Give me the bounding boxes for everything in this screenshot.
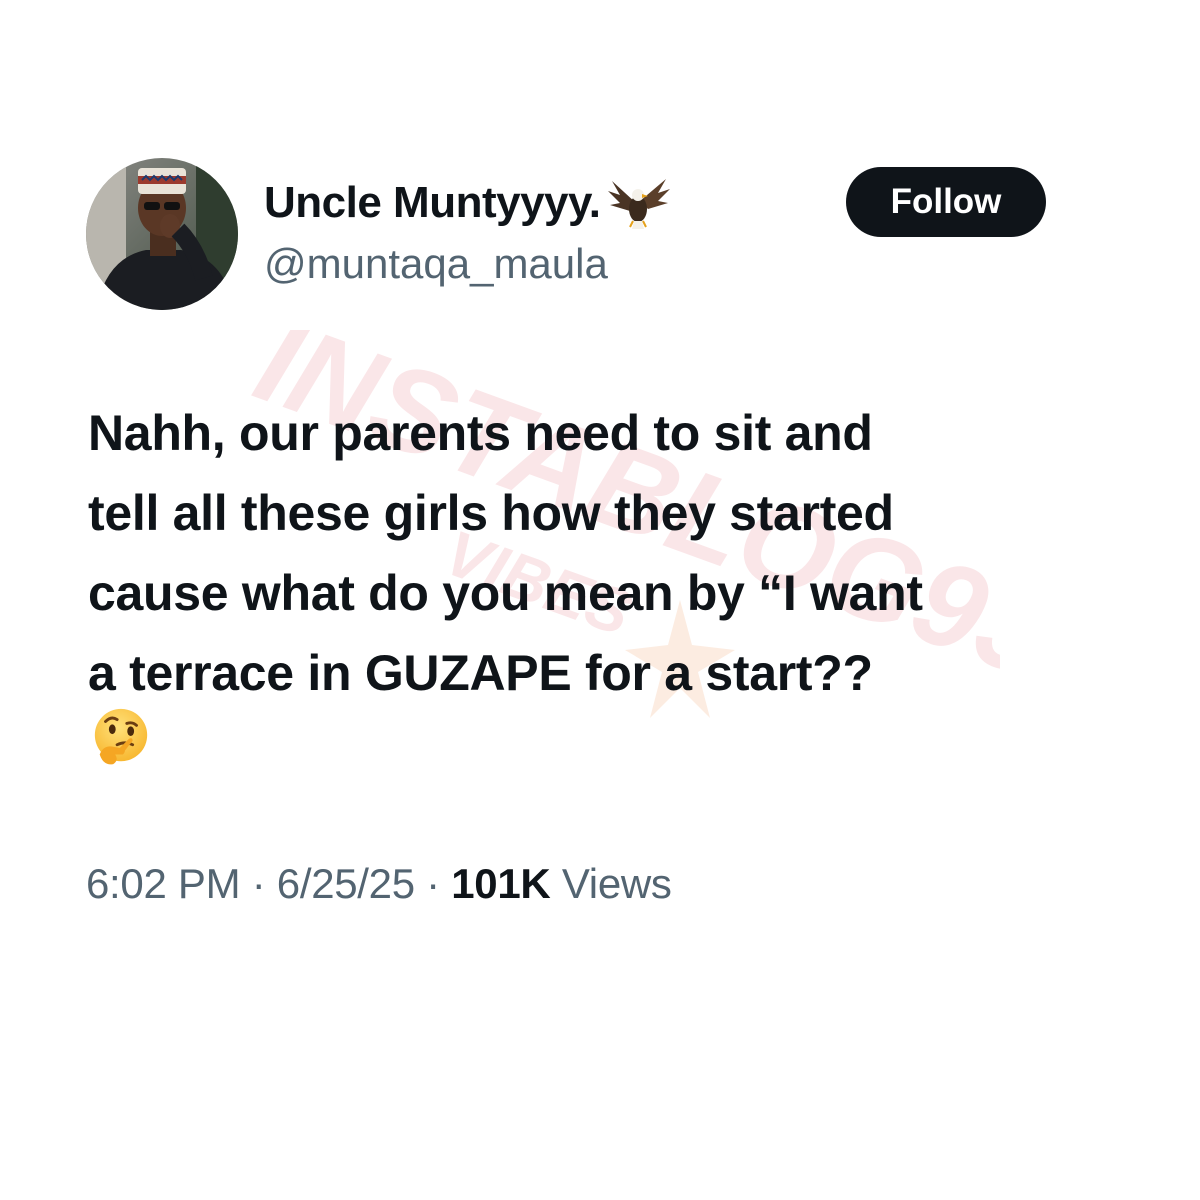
tweet-time[interactable]: 6:02 PM xyxy=(86,860,241,907)
tweet-text-line: cause what do you mean by “I want xyxy=(88,565,923,621)
tweet-text-line: Nahh, our parents need to sit and xyxy=(88,405,873,461)
meta-separator: · xyxy=(426,860,440,907)
follow-button[interactable]: Follow xyxy=(846,167,1046,237)
tweet-text-line: tell all these girls how they started xyxy=(88,485,894,541)
tweet-date[interactable]: 6/25/25 xyxy=(277,860,415,907)
author-handle[interactable]: @muntaqa_maula xyxy=(264,240,608,288)
meta-separator: · xyxy=(251,860,266,907)
avatar[interactable] xyxy=(86,158,238,310)
views-label: Views xyxy=(561,860,672,907)
tweet-text-line: a terrace in GUZAPE for a start?? xyxy=(88,645,873,701)
display-name-text: Uncle Muntyyyy. xyxy=(264,178,601,227)
eagle-icon xyxy=(608,179,671,229)
author-display-name[interactable]: Uncle Muntyyyy. xyxy=(264,173,672,233)
avatar-photo xyxy=(86,158,238,310)
tweet-meta: 6:02 PM · 6/25/25 · 101K Views xyxy=(86,860,672,908)
tweet-text: Nahh, our parents need to sit and tell a… xyxy=(88,393,1128,713)
views-count: 101K xyxy=(451,860,551,907)
thinking-face-icon xyxy=(94,708,148,765)
